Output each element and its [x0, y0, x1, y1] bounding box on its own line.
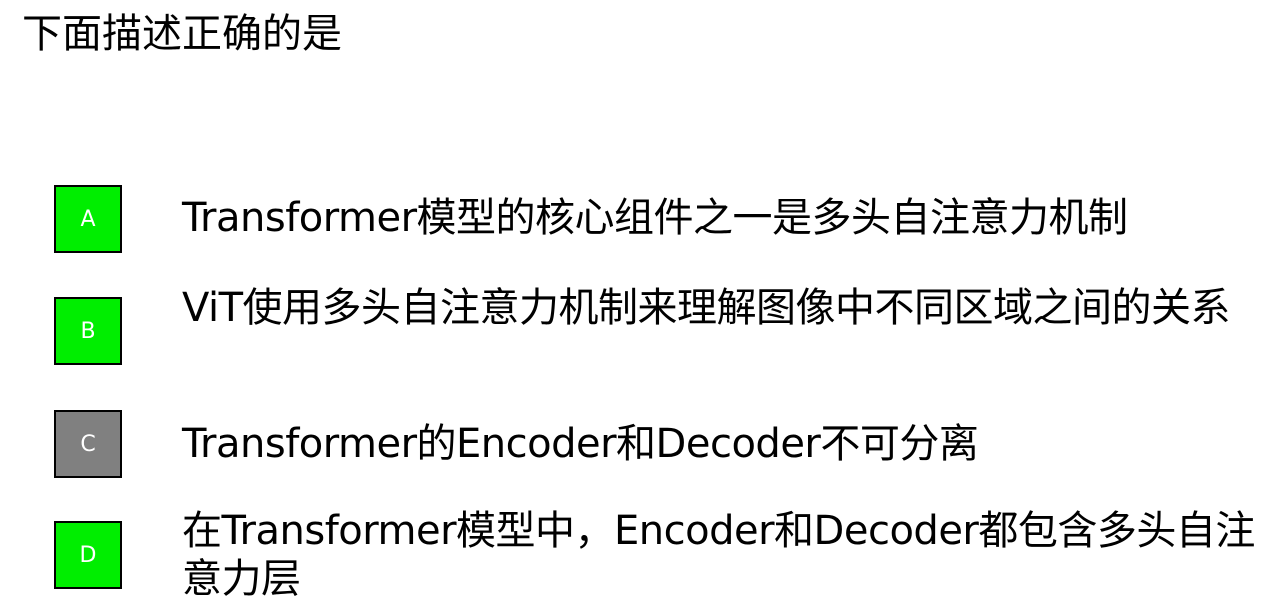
option-c-checkbox[interactable]: C [54, 410, 122, 478]
question-title: 下面描述正确的是 [22, 11, 342, 57]
option-c-text[interactable]: Transformer的Encoder和Decoder不可分离 [182, 420, 1267, 468]
option-a-text[interactable]: Transformer模型的核心组件之一是多头自注意力机制 [182, 194, 1267, 242]
option-b-text[interactable]: ViT使用多头自注意力机制来理解图像中不同区域之间的关系 [182, 284, 1267, 332]
option-d-checkbox[interactable]: D [54, 521, 122, 589]
option-d-text[interactable]: 在Transformer模型中，Encoder和Decoder都包含多头自注意力… [182, 507, 1267, 603]
option-a-checkbox[interactable]: A [54, 185, 122, 253]
option-b-checkbox[interactable]: B [54, 297, 122, 365]
